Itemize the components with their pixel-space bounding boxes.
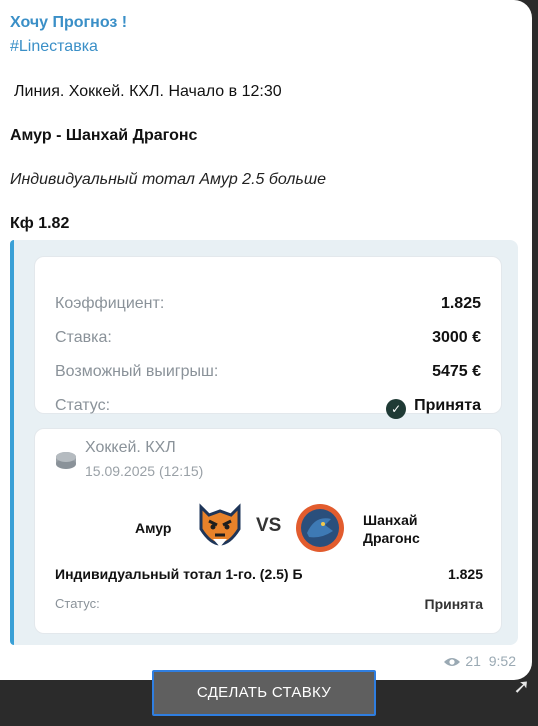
hockey-puck-icon xyxy=(56,452,76,469)
window-edge xyxy=(532,0,538,726)
share-arrow-icon[interactable]: ➚ xyxy=(513,674,530,699)
place-bet-button[interactable]: СДЕЛАТЬ СТАВКУ xyxy=(152,670,376,716)
match-title: Амур - Шанхай Драгонс xyxy=(10,127,198,144)
message-bubble: Хочу Прогноз ! #Lineставка Линия. Хоккей… xyxy=(0,0,532,680)
view-count: 21 xyxy=(465,653,481,669)
line-info: Линия. Хоккей. КХЛ. Начало в 12:30 xyxy=(14,83,282,100)
team2-name: Шанхай Драгонс xyxy=(363,511,420,547)
event-card: Хоккей. КХЛ 15.09.2025 (12:15) Амур VS Ш… xyxy=(34,428,502,634)
bet-summary-card: Коэффициент: 1.825 Ставка: 3000 € Возмож… xyxy=(34,256,502,419)
status-label: Статус: xyxy=(55,397,111,414)
status-row: Статус: ✓ Принята xyxy=(55,397,481,419)
win-value: 5475 € xyxy=(432,363,481,380)
odds-value: 1.825 xyxy=(440,295,481,312)
win-row: Возможный выигрыш: 5475 € xyxy=(55,363,481,385)
message-meta: 21 9:52 xyxy=(443,653,516,669)
check-circle-icon: ✓ xyxy=(386,399,407,419)
market-name: Индивидуальный тотал 1-го. (2.5) Б xyxy=(55,566,303,582)
bet-description: Индивидуальный тотал Амур 2.5 больше xyxy=(10,171,327,188)
win-label: Возможный выигрыш: xyxy=(55,363,219,380)
event-date: 15.09.2025 (12:15) xyxy=(85,463,204,479)
odds-text: Кф 1.82 xyxy=(10,215,70,232)
event-status-label: Статус: xyxy=(55,596,100,611)
message-time: 9:52 xyxy=(488,653,516,669)
channel-title[interactable]: Хочу Прогноз ! xyxy=(10,14,127,32)
status-value: Принята xyxy=(414,397,481,414)
odds-row: Коэффициент: 1.825 xyxy=(55,295,481,317)
eye-icon xyxy=(444,658,461,666)
stake-label: Ставка: xyxy=(55,329,112,346)
market-odds: 1.825 xyxy=(447,566,483,582)
team1-name: Амур xyxy=(135,520,172,536)
vs-label: VS xyxy=(256,515,282,536)
hashtag-link[interactable]: #Lineставка xyxy=(10,38,98,56)
bet-slip-preview[interactable]: Коэффициент: 1.825 Ставка: 3000 € Возмож… xyxy=(10,240,518,645)
event-status-value: Принята xyxy=(424,596,484,612)
league-name: Хоккей. КХЛ xyxy=(85,439,176,456)
team2-name-line1: Шанхай xyxy=(363,512,418,528)
odds-label: Коэффициент: xyxy=(55,295,165,312)
tiger-logo-icon xyxy=(199,503,241,547)
dragon-logo-icon xyxy=(296,504,344,552)
team2-name-line2: Драгонс xyxy=(363,530,420,546)
stake-value: 3000 € xyxy=(432,329,481,346)
status-value-wrap: ✓ Принята xyxy=(386,397,481,419)
stake-row: Ставка: 3000 € xyxy=(55,329,481,351)
